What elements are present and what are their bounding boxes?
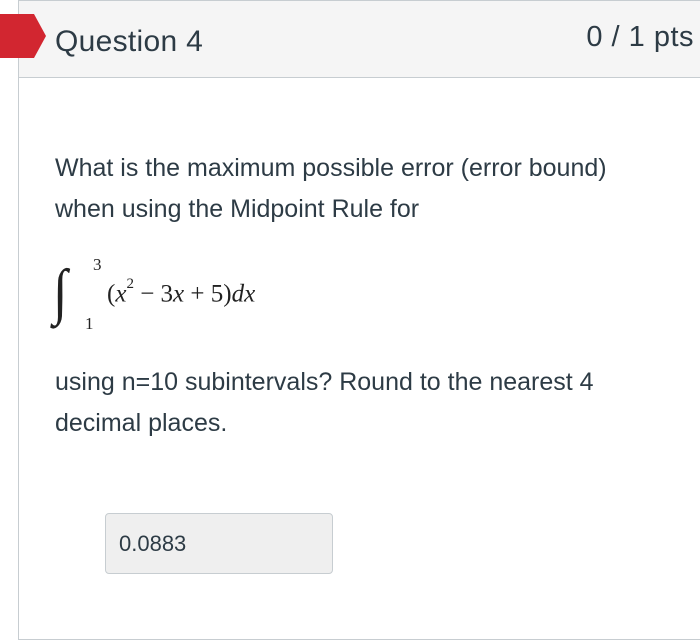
integrand-x-linear: x [173, 280, 185, 308]
integral-expression: ∫ 3 1 (x2 − 3x + 5)dx [53, 252, 373, 342]
question-prompt-continued: using n=10 subintervals? Round to the ne… [55, 368, 594, 437]
question-title: Question 4 [55, 25, 204, 58]
integrand-dx: dx [231, 280, 256, 308]
points-label: 0 / 1 pts [586, 21, 694, 53]
integrand-x: x [115, 280, 127, 308]
integrand-plus-term: + 5) [184, 280, 232, 308]
integral-sign: ∫ [53, 258, 68, 326]
integrand-exponent: 2 [126, 276, 134, 292]
answer-field[interactable]: 0.0883 [105, 513, 333, 574]
upper-limit: 3 [93, 255, 102, 274]
question-header: Question 4 0 / 1 pts [19, 0, 700, 78]
flag-icon [0, 14, 46, 58]
question-prompt: What is the maximum possible error (erro… [55, 154, 607, 223]
lower-limit: 1 [85, 314, 94, 333]
integrand-minus-term: − 3 [133, 280, 174, 308]
integrand: (x2 − 3x + 5)dx [107, 276, 256, 308]
question-card: Question 4 0 / 1 pts What is the maximum… [18, 0, 700, 640]
